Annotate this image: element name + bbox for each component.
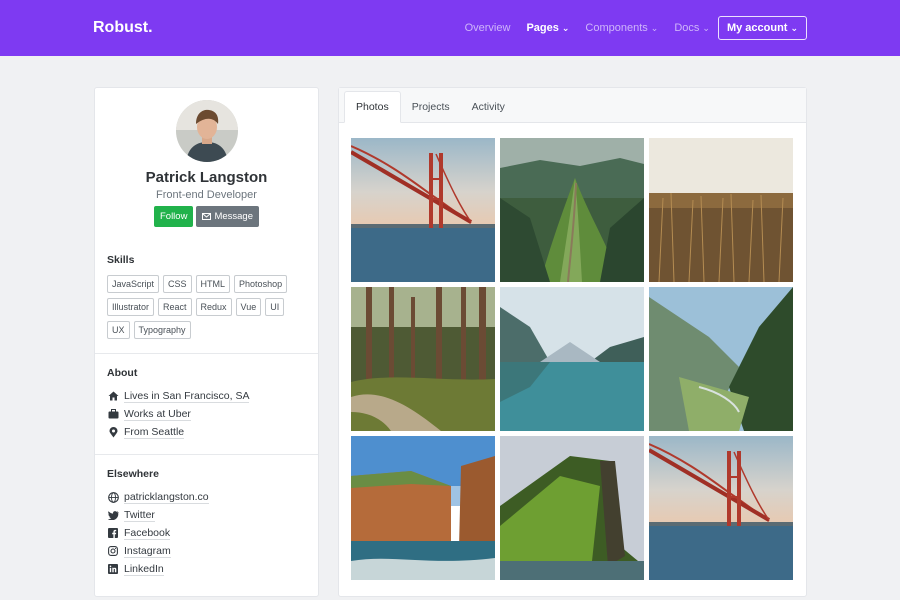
profile-name: Patrick Langston: [145, 169, 268, 186]
tab-photos[interactable]: Photos: [344, 91, 401, 123]
skill-badge[interactable]: UX: [107, 321, 130, 339]
elsewhere-instagram[interactable]: Instagram: [107, 542, 306, 560]
nav-overview-label: Overview: [464, 22, 511, 34]
elsewhere-twitter[interactable]: Twitter: [107, 506, 306, 524]
follow-label: Follow: [159, 211, 188, 222]
nav-components-label: Components: [585, 22, 648, 34]
about-work-prefix: Works at: [124, 407, 169, 420]
skills-section: Skills JavaScript CSS HTML Photoshop Ill…: [95, 254, 318, 339]
profile-card: Patrick Langston Front-end Developer Fol…: [94, 87, 319, 597]
elsewhere-linkedin-label[interactable]: LinkedIn: [124, 563, 164, 576]
about-work-link[interactable]: Uber: [168, 408, 191, 420]
skill-badge[interactable]: Typography: [133, 321, 191, 339]
avatar: [175, 100, 238, 162]
photo-green-cliff[interactable]: [500, 436, 644, 580]
skills-title: Skills: [107, 254, 135, 266]
content-tabs: Photos Projects Activity: [339, 88, 806, 123]
about-location: Lives in San Francisco, SA: [107, 387, 306, 405]
nav-pages[interactable]: Pages ⌄: [526, 22, 569, 34]
photo-forest-path[interactable]: [351, 287, 495, 431]
photo-mountain-lake[interactable]: [500, 287, 644, 431]
skill-badge[interactable]: CSS: [163, 275, 192, 293]
twitter-icon: [107, 509, 119, 521]
elsewhere-website[interactable]: patricklangston.co: [107, 488, 306, 506]
elsewhere-list: patricklangston.co Twitter Facebook Inst…: [107, 488, 306, 578]
about-location-link[interactable]: San Francisco, SA: [163, 390, 250, 402]
about-origin-prefix: From: [124, 425, 152, 438]
nav-pages-label: Pages: [526, 22, 559, 34]
linkedin-icon: [107, 563, 119, 575]
elsewhere-title: Elsewhere: [107, 468, 159, 480]
skill-badge[interactable]: Vue: [235, 298, 262, 316]
photo-grid: [351, 138, 793, 580]
chevron-down-icon: ⌄: [561, 22, 570, 33]
profile-content-card: Photos Projects Activity: [338, 87, 807, 597]
skill-badge[interactable]: Photoshop: [234, 275, 288, 293]
home-icon: [107, 390, 119, 402]
skill-badge[interactable]: UI: [265, 298, 285, 316]
about-list: Lives in San Francisco, SA Works at Uber…: [107, 387, 306, 441]
message-label: Message: [214, 211, 253, 222]
about-title: About: [107, 367, 138, 379]
skill-badge[interactable]: Redux: [195, 298, 232, 316]
follow-button[interactable]: Follow: [153, 206, 194, 227]
profile-actions: Follow Message: [95, 206, 318, 227]
profile-header: Patrick Langston Front-end Developer Fol…: [95, 88, 318, 227]
skill-badge[interactable]: JavaScript: [107, 275, 160, 293]
photo-wheat-field[interactable]: [649, 138, 793, 282]
top-navbar: Robust. Overview Pages ⌄ Components ⌄ Docs…: [0, 0, 900, 56]
elsewhere-instagram-label[interactable]: Instagram: [124, 545, 171, 558]
tab-activity[interactable]: Activity: [461, 92, 516, 122]
elsewhere-linkedin[interactable]: LinkedIn: [107, 560, 306, 578]
briefcase-icon: [107, 408, 119, 420]
about-origin-link[interactable]: Seattle: [151, 426, 184, 438]
chevron-down-icon: ⌄: [702, 22, 710, 33]
nav-overview[interactable]: Overview: [465, 22, 511, 34]
about-location-prefix: Lives in: [124, 389, 163, 402]
elsewhere-section: Elsewhere patricklangston.co Twitter Fac…: [95, 468, 318, 578]
about-work: Works at Uber: [107, 405, 306, 423]
photo-sea-cliffs[interactable]: [351, 436, 495, 580]
envelope-icon: [202, 213, 212, 220]
brand-logo[interactable]: Robust.: [93, 19, 449, 37]
skill-badge[interactable]: React: [158, 298, 192, 316]
about-section: About Lives in San Francisco, SA Works a…: [95, 367, 318, 441]
photo-bridge-2[interactable]: [649, 436, 793, 580]
divider: [95, 353, 318, 354]
my-account-label: My account: [726, 22, 788, 34]
map-pin-icon: [107, 426, 119, 438]
my-account-button[interactable]: My account ⌄: [717, 16, 807, 40]
instagram-icon: [107, 545, 119, 557]
nav-components[interactable]: Components ⌄: [585, 22, 658, 34]
photo-mountain-path[interactable]: [500, 138, 644, 282]
main-nav: Overview Pages ⌄ Components ⌄ Docs ⌄ My acc…: [449, 16, 807, 40]
nav-docs[interactable]: Docs ⌄: [674, 22, 710, 34]
tab-projects[interactable]: Projects: [401, 92, 461, 122]
chevron-down-icon: ⌄: [790, 22, 798, 33]
chevron-down-icon: ⌄: [650, 22, 659, 33]
skill-badge[interactable]: Illustrator: [107, 298, 155, 316]
skills-list: JavaScript CSS HTML Photoshop Illustrato…: [107, 275, 306, 339]
elsewhere-facebook-label[interactable]: Facebook: [124, 527, 171, 540]
elsewhere-facebook[interactable]: Facebook: [107, 524, 306, 542]
about-origin: From Seattle: [107, 423, 306, 441]
globe-icon: [107, 491, 119, 503]
elsewhere-website-label[interactable]: patricklangston.co: [124, 491, 209, 504]
divider: [95, 454, 318, 455]
photo-bridge[interactable]: [351, 138, 495, 282]
nav-docs-label: Docs: [674, 22, 700, 34]
elsewhere-twitter-label[interactable]: Twitter: [124, 509, 155, 522]
message-button[interactable]: Message: [196, 206, 259, 227]
skill-badge[interactable]: HTML: [195, 275, 231, 293]
profile-role: Front-end Developer: [156, 189, 257, 201]
facebook-icon: [107, 527, 119, 539]
photo-green-valley[interactable]: [649, 287, 793, 431]
